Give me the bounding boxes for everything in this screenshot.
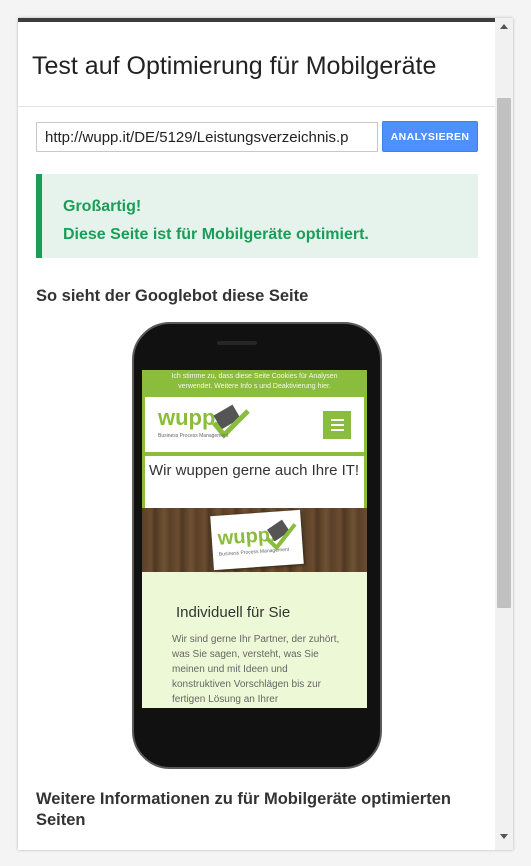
analyze-button[interactable]: ANALYSIEREN bbox=[382, 121, 478, 152]
preview-heading: So sieht der Googlebot diese Seite bbox=[36, 287, 309, 305]
section-body: Wir sind gerne Ihr Partner, der zuhört, … bbox=[172, 634, 340, 705]
page-title: Test auf Optimierung für Mobilgeräte bbox=[32, 52, 437, 80]
cookie-text-1: Ich stimme zu, dass diese Seite Cookies … bbox=[171, 373, 338, 380]
phone-mockup: Ich stimme zu, dass diese Seite Cookies … bbox=[132, 322, 382, 769]
wood-banner: wupp. Business Process Management bbox=[142, 508, 367, 572]
top-bar bbox=[18, 18, 495, 22]
svg-text:wupp.: wupp. bbox=[158, 405, 222, 430]
logo-card: wupp. Business Process Management bbox=[210, 509, 304, 571]
scroll-down-icon[interactable] bbox=[500, 834, 508, 839]
results-panel: Test auf Optimierung für Mobilgeräte htt… bbox=[18, 18, 513, 850]
cookie-banner: Ich stimme zu, dass diese Seite Cookies … bbox=[142, 370, 367, 397]
success-line-2: Diese Seite ist für Mobilgeräte optimier… bbox=[63, 226, 369, 243]
site-tagline: Wir wuppen gerne auch Ihre IT! bbox=[142, 456, 367, 508]
card-logo-icon: wupp. Business Process Management bbox=[216, 519, 297, 558]
success-message: Großartig! Diese Seite ist für Mobilgerä… bbox=[36, 174, 478, 258]
scroll-up-icon[interactable] bbox=[500, 24, 508, 29]
svg-text:Business Process Management: Business Process Management bbox=[158, 433, 229, 439]
scroll-thumb[interactable] bbox=[497, 98, 511, 608]
more-info-heading: Weitere Informationen zu für Mobilgeräte… bbox=[36, 790, 451, 829]
url-input[interactable]: http://wupp.it/DE/5129/Leistungsverzeich… bbox=[36, 122, 378, 152]
section-title: Individuell für Sie bbox=[176, 604, 291, 621]
site-header: wupp. Business Process Management bbox=[142, 397, 367, 452]
wupp-logo: wupp. Business Process Management bbox=[158, 404, 250, 439]
success-line-1: Großartig! bbox=[63, 198, 142, 215]
menu-icon[interactable] bbox=[323, 411, 351, 439]
svg-text:wupp.: wupp. bbox=[216, 524, 276, 550]
phone-speaker bbox=[217, 341, 257, 345]
divider bbox=[18, 106, 495, 107]
cookie-text-2: verwendet. Weitere Info s und Deaktivier… bbox=[178, 383, 331, 390]
phone-screen: Ich stimme zu, dass diese Seite Cookies … bbox=[142, 370, 367, 708]
scrollbar[interactable] bbox=[495, 18, 513, 850]
